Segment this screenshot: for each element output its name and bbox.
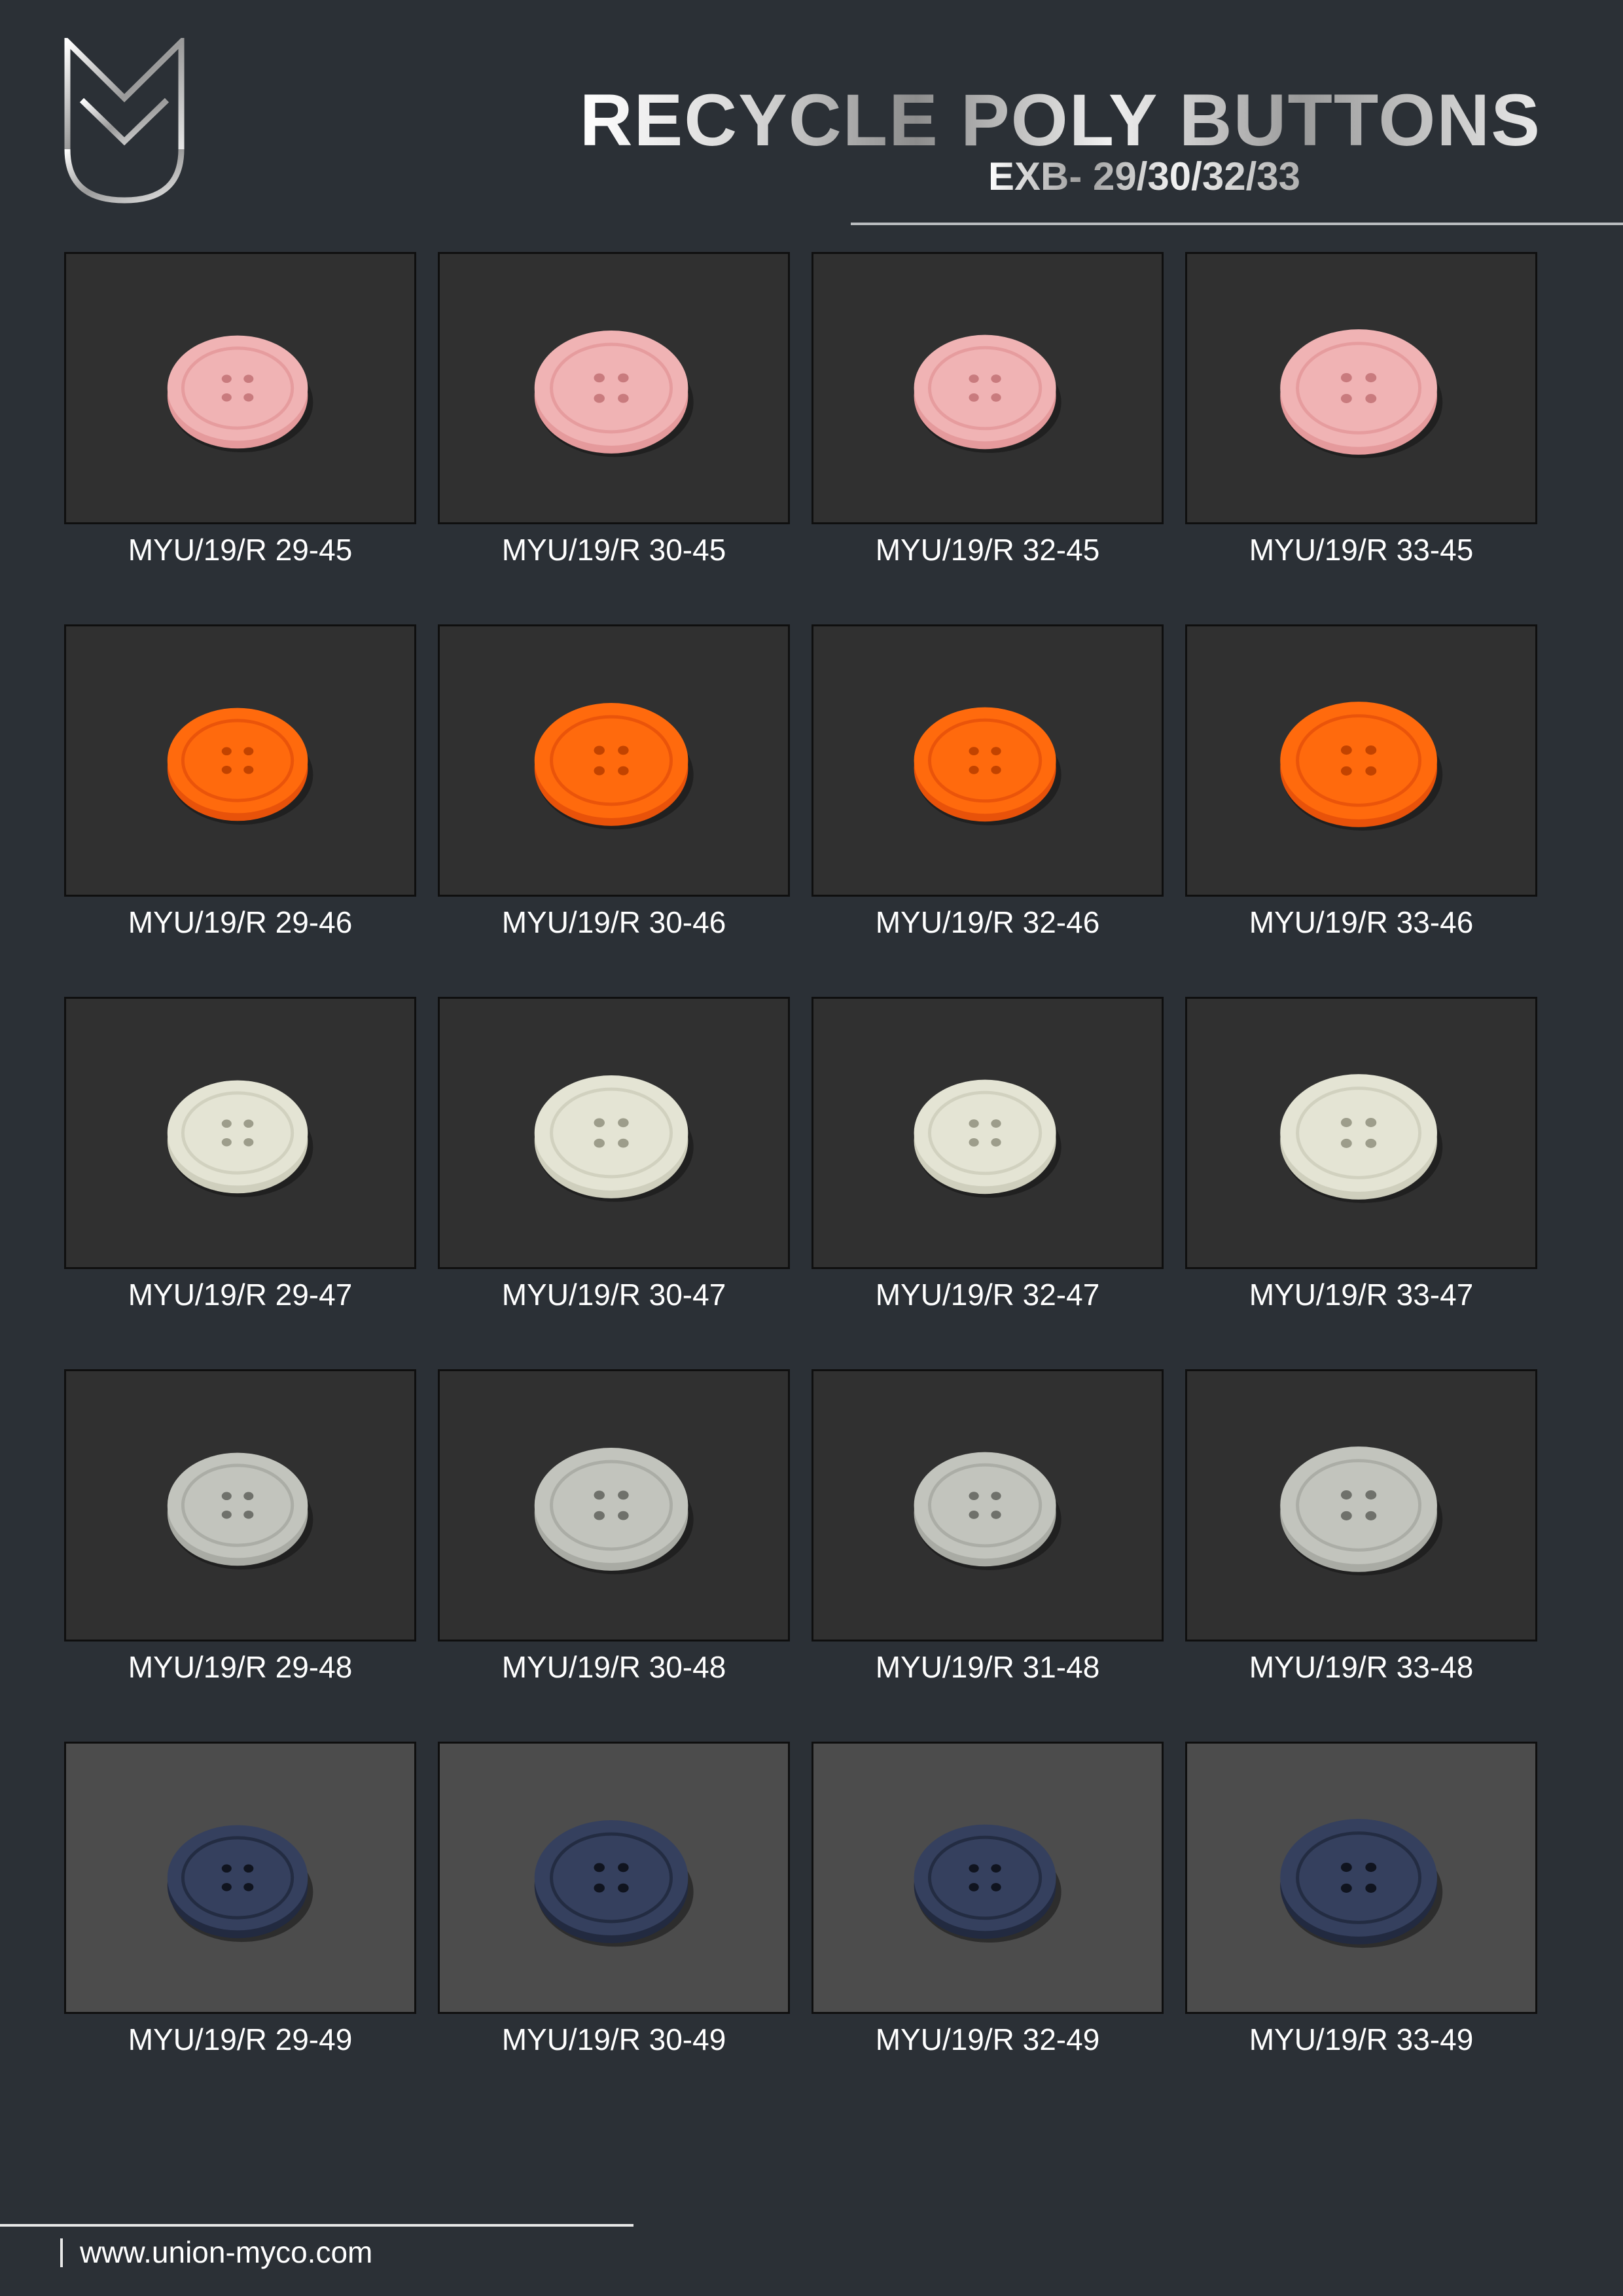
button-photo (1185, 252, 1537, 524)
product-card: MYU/19/R 32-47 (812, 997, 1164, 1310)
product-card: MYU/19/R 30-47 (438, 997, 790, 1310)
button-photo (64, 252, 416, 524)
button-icon (914, 707, 1061, 825)
product-code: MYU/19/R 29-49 (128, 2022, 353, 2056)
product-grid: MYU/19/R 29-45 MYU/19/R 30-45 MYU/19/R 32-… (64, 252, 1538, 2054)
button-photo (812, 624, 1164, 897)
button-icon (1280, 329, 1443, 459)
button-photo (812, 1369, 1164, 1641)
button-photo (64, 997, 416, 1269)
product-card: MYU/19/R 32-45 (812, 252, 1164, 565)
product-card: MYU/19/R 29-45 (64, 252, 416, 565)
button-icon (534, 703, 694, 830)
button-photo (438, 1742, 790, 2014)
button-icon (167, 335, 313, 453)
product-code: MYU/19/R 29-45 (128, 533, 353, 567)
page-subtitle: EXB- 29/30/32/33 (988, 154, 1300, 198)
button-icon (1280, 702, 1443, 831)
button-icon (1280, 1819, 1443, 1948)
product-card: MYU/19/R 32-49 (812, 1742, 1164, 2054)
button-photo (438, 1369, 790, 1641)
button-icon (914, 334, 1061, 453)
product-code: MYU/19/R 33-47 (1249, 1278, 1474, 1312)
button-icon (534, 1075, 694, 1202)
product-code: MYU/19/R 29-48 (128, 1650, 353, 1684)
product-code: MYU/19/R 33-46 (1249, 905, 1474, 939)
product-code: MYU/19/R 32-46 (875, 905, 1100, 939)
product-code: MYU/19/R 30-48 (501, 1650, 726, 1684)
product-card: MYU/19/R 31-48 (812, 1369, 1164, 1682)
button-photo (812, 252, 1164, 524)
button-photo (64, 624, 416, 897)
button-photo (438, 252, 790, 524)
product-card: MYU/19/R 33-45 (1185, 252, 1537, 565)
title-divider (851, 223, 1623, 225)
button-icon (534, 331, 694, 457)
button-photo (438, 624, 790, 897)
product-card: MYU/19/R 33-49 (1185, 1742, 1537, 2054)
website-url[interactable]: www.union-myco.com (80, 2237, 372, 2267)
button-photo (64, 1742, 416, 2014)
product-card: MYU/19/R 29-46 (64, 624, 416, 937)
myu-logo-icon (64, 38, 185, 204)
product-code: MYU/19/R 32-45 (875, 533, 1100, 567)
product-code: MYU/19/R 29-47 (128, 1278, 353, 1312)
button-icon (914, 1079, 1061, 1198)
button-icon (1280, 1446, 1443, 1576)
product-card: MYU/19/R 32-46 (812, 624, 1164, 937)
product-code: MYU/19/R 30-46 (501, 905, 726, 939)
button-photo (1185, 1369, 1537, 1641)
button-photo (64, 1369, 416, 1641)
button-icon (534, 1820, 694, 1947)
button-icon (167, 1452, 313, 1570)
button-photo (812, 997, 1164, 1269)
footer-divider (0, 2224, 633, 2227)
footer-bar (60, 2238, 63, 2267)
product-card: MYU/19/R 33-48 (1185, 1369, 1537, 1682)
button-icon (914, 1824, 1061, 1943)
product-card: MYU/19/R 30-46 (438, 624, 790, 937)
product-card: MYU/19/R 30-45 (438, 252, 790, 565)
button-icon (167, 1825, 313, 1943)
product-code: MYU/19/R 33-48 (1249, 1650, 1474, 1684)
product-card: MYU/19/R 29-49 (64, 1742, 416, 2054)
button-photo (438, 997, 790, 1269)
button-photo (812, 1742, 1164, 2014)
button-icon (534, 1448, 694, 1575)
product-code: MYU/19/R 30-49 (501, 2022, 726, 2056)
product-code: MYU/19/R 30-47 (501, 1278, 726, 1312)
page-title: RECYCLE POLY BUTTONS (579, 79, 1541, 161)
product-code: MYU/19/R 33-49 (1249, 2022, 1474, 2056)
product-code: MYU/19/R 33-45 (1249, 533, 1474, 567)
product-card: MYU/19/R 29-47 (64, 997, 416, 1310)
product-code: MYU/19/R 31-48 (875, 1650, 1100, 1684)
button-icon (914, 1452, 1061, 1570)
button-icon (167, 1080, 313, 1198)
button-icon (167, 708, 313, 825)
product-card: MYU/19/R 33-47 (1185, 997, 1537, 1310)
button-photo (1185, 624, 1537, 897)
product-code: MYU/19/R 29-46 (128, 905, 353, 939)
product-card: MYU/19/R 33-46 (1185, 624, 1537, 937)
product-code: MYU/19/R 30-45 (501, 533, 726, 567)
product-code: MYU/19/R 32-49 (875, 2022, 1100, 2056)
button-icon (1280, 1074, 1443, 1204)
button-photo (1185, 1742, 1537, 2014)
product-card: MYU/19/R 30-48 (438, 1369, 790, 1682)
product-code: MYU/19/R 32-47 (875, 1278, 1100, 1312)
product-card: MYU/19/R 29-48 (64, 1369, 416, 1682)
product-card: MYU/19/R 30-49 (438, 1742, 790, 2054)
button-photo (1185, 997, 1537, 1269)
